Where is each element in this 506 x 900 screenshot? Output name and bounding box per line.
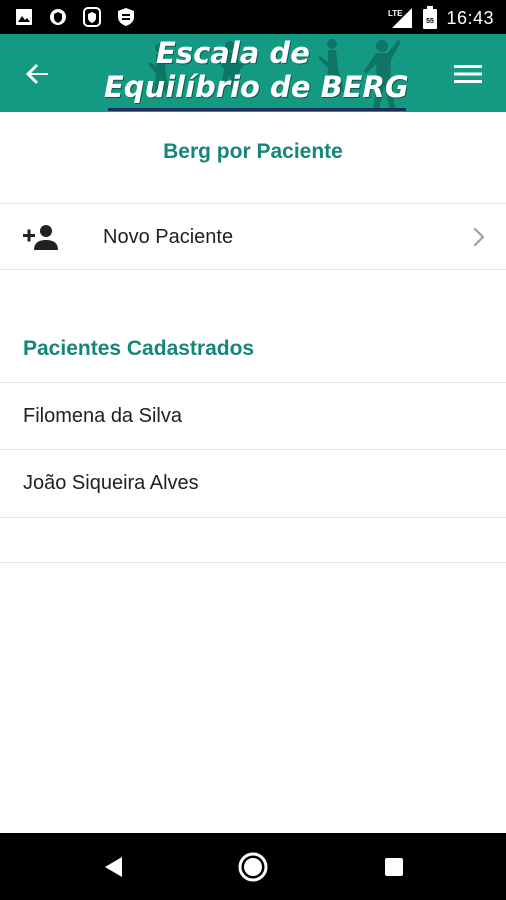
badge-icon: [118, 8, 134, 26]
nav-recents-button[interactable]: [374, 847, 414, 887]
new-patient-label: Novo Paciente: [103, 226, 234, 248]
app-logo: Escala de Equilíbrio de BERG: [100, 34, 410, 112]
divider: [0, 562, 506, 563]
divider: [0, 269, 506, 270]
logo-underline: [108, 108, 406, 111]
menu-button[interactable]: [448, 54, 488, 94]
navigation-bar: [0, 833, 506, 900]
shield-icon: [50, 9, 66, 25]
logo-title-line1: Escala de: [156, 36, 310, 70]
page-title: Berg por Paciente: [163, 140, 343, 163]
back-button[interactable]: [18, 54, 58, 94]
divider: [0, 517, 506, 518]
status-bar: LTE 55 16:43: [0, 0, 506, 34]
patient-list-item[interactable]: Filomena da Silva: [0, 383, 506, 450]
patient-name: Filomena da Silva: [23, 405, 182, 427]
home-circle-icon: [238, 852, 268, 882]
patient-name: João Siqueira Alves: [23, 472, 199, 494]
battery-icon: 55: [423, 6, 438, 29]
status-right-icons: LTE 55 16:43: [388, 6, 494, 30]
back-triangle-icon: [105, 857, 122, 877]
app-bar: Escala de Equilíbrio de BERG: [0, 34, 506, 112]
nav-home-button[interactable]: [233, 847, 273, 887]
registered-patients-header: Pacientes Cadastrados: [23, 337, 255, 360]
image-icon: [16, 9, 32, 25]
logo-title-line2: Equilíbrio de BERG: [104, 70, 409, 104]
square-shield-icon: [83, 7, 101, 27]
new-patient-row[interactable]: Novo Paciente: [0, 204, 506, 270]
arrow-back-icon: [26, 64, 48, 84]
svg-text:LTE: LTE: [388, 9, 403, 18]
patient-list-item[interactable]: João Siqueira Alves: [0, 450, 506, 517]
chevron-right-icon: [473, 227, 485, 247]
clock: 16:43: [446, 7, 494, 28]
nav-back-button[interactable]: [93, 847, 133, 887]
recents-square-icon: [385, 858, 403, 876]
add-person-icon: [23, 225, 58, 250]
lte-signal-icon: LTE: [388, 8, 413, 28]
hamburger-menu-icon: [454, 65, 482, 83]
svg-text:55: 55: [427, 18, 435, 25]
status-left-icons: [14, 7, 136, 27]
